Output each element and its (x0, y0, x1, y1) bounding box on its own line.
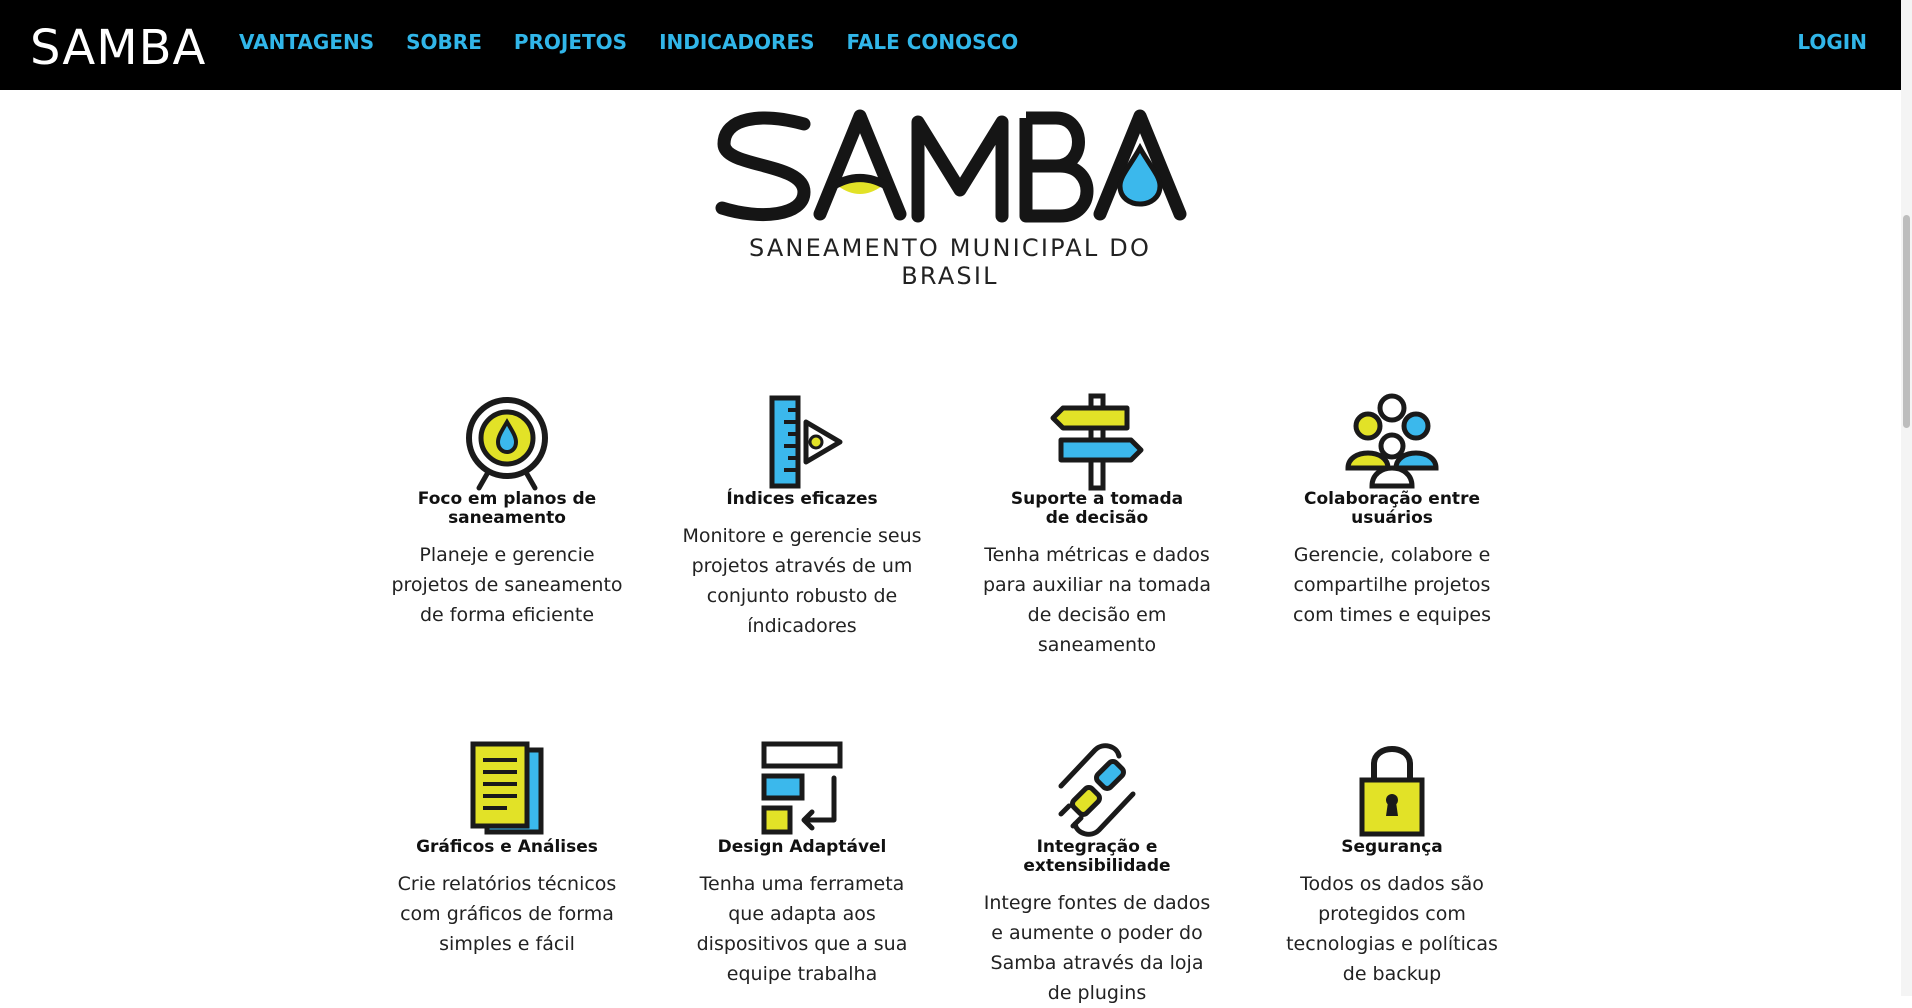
feature-title: Foco em planos de saneamento (417, 489, 597, 528)
nav-menu: VANTAGENS SOBRE PROJETOS INDICADORES FAL… (239, 0, 1050, 84)
scrollbar-thumb[interactable] (1903, 215, 1910, 428)
feature-description: Tenha uma ferrameta que adapta aos dispo… (696, 873, 908, 985)
nav-link-vantagens[interactable]: VANTAGENS (239, 30, 374, 54)
feature-title: Design Adaptável (717, 837, 887, 857)
padlock-icon (1359, 746, 1425, 837)
plug-icon (1058, 743, 1136, 837)
feature-card: Índices eficazes Monitore e gerencie seu… (672, 392, 932, 641)
adaptive-layout-icon (761, 741, 843, 835)
feature-title: Gráficos e Análises (416, 837, 598, 857)
users-group-icon (1345, 393, 1439, 489)
hero-logo-mark (715, 109, 1187, 223)
login-link[interactable]: LOGIN (1797, 0, 1867, 84)
nav-link-projetos[interactable]: PROJETOS (514, 30, 627, 54)
scrollbar-track[interactable] (1901, 0, 1912, 996)
feature-description: Tenha métricas e dados para auxiliar na … (982, 544, 1212, 656)
feature-description: Monitore e gerencie seus projetos atravé… (682, 525, 922, 637)
feature-description: Gerencie, colabore e compartilhe projeto… (1293, 544, 1491, 626)
feature-card: Suporte a tomada de decisão Tenha métric… (967, 392, 1227, 660)
feature-description: Todos os dados são protegidos com tecnol… (1286, 873, 1498, 985)
feature-card: Foco em planos de saneamento Planeje e g… (377, 392, 637, 630)
hero-subtitle: SANEAMENTO MUNICIPAL DO BRASIL (748, 234, 1152, 290)
feature-title: Integração e extensibilidade (1023, 837, 1171, 876)
brand-logo-text: SAMBA (30, 24, 206, 70)
feature-description: Planeje e gerencie projetos de saneament… (391, 544, 623, 626)
feature-card: Colaboração entre usuários Gerencie, col… (1262, 392, 1522, 630)
feature-title: Índices eficazes (726, 489, 878, 509)
feature-card: Segurança Todos os dados são protegidos … (1262, 740, 1522, 989)
nav-link-indicadores[interactable]: INDICADORES (659, 30, 814, 54)
feature-card: Integração e extensibilidade Integre fon… (967, 740, 1227, 1008)
feature-description: Crie relatórios técnicos com gráficos de… (397, 873, 617, 955)
nav-link-sobre[interactable]: SOBRE (406, 30, 482, 54)
feature-card: Gráficos e Análises Crie relatórios técn… (377, 740, 637, 959)
target-drop-icon (466, 397, 548, 491)
top-navbar: SAMBA VANTAGENS SOBRE PROJETOS INDICADOR… (0, 0, 1901, 90)
ruler-eye-icon (769, 395, 843, 489)
brand-logo[interactable]: SAMBA (30, 24, 210, 70)
nav-link-fale-conosco[interactable]: FALE CONOSCO (847, 30, 1019, 54)
hero-logo: SANEAMENTO MUNICIPAL DO BRASIL (700, 104, 1200, 290)
feature-title: Segurança (1341, 837, 1443, 857)
signpost-icon (1050, 393, 1144, 491)
feature-title: Suporte a tomada de decisão (1010, 489, 1184, 528)
feature-title: Colaboração entre usuários (1304, 489, 1480, 528)
feature-description: Integre fontes de dados e aumente o pode… (983, 892, 1211, 1004)
documents-icon (470, 741, 544, 835)
feature-card: Design Adaptável Tenha uma ferrameta que… (672, 740, 932, 989)
